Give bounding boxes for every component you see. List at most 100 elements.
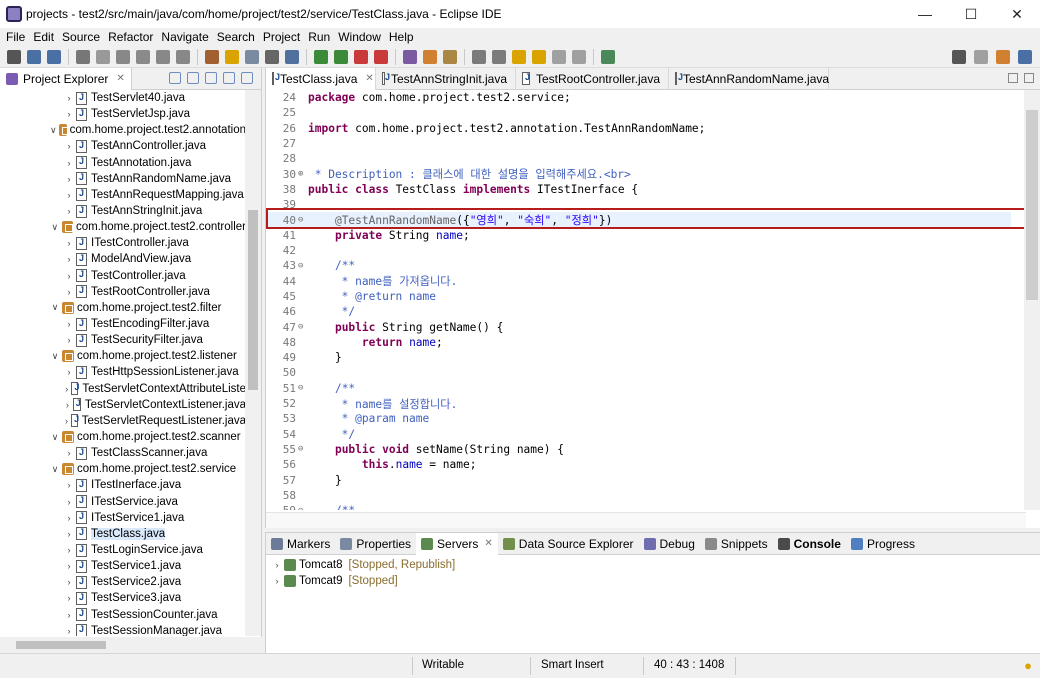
toolbar-button-icon[interactable] [552, 49, 566, 64]
expand-chevron-icon[interactable]: ∨ [50, 302, 60, 313]
code-line[interactable]: 30 ⊕ * Description : 클래스에 대한 설명을 입력해주세요.<… [266, 166, 1011, 182]
collapsed-chevron-icon[interactable]: › [64, 400, 71, 410]
code-line[interactable]: 54 */ [266, 427, 1011, 442]
tree-file[interactable]: › TestService2.java [0, 574, 246, 590]
tree-file[interactable]: › ITestController.java [0, 235, 246, 251]
minimize-view-icon[interactable] [223, 72, 235, 84]
close-icon[interactable]: ✕ [116, 73, 124, 84]
collapse-all-icon[interactable] [169, 72, 181, 84]
tree-file[interactable]: › TestSessionCounter.java [0, 607, 246, 623]
toolbar-button-icon[interactable] [354, 49, 368, 64]
code-line[interactable]: 44 * name를 가져옵니다. [266, 274, 1011, 289]
editor-tab[interactable]: TestAnnRandomName.java [669, 67, 829, 90]
server-item[interactable]: › Tomcat8 [Stopped, Republish] [266, 557, 1040, 573]
toolbar-button-icon[interactable] [572, 49, 586, 64]
expand-chevron-icon[interactable]: ∨ [50, 464, 60, 475]
toolbar-button-icon[interactable] [136, 49, 150, 64]
fold-toggle-icon[interactable]: ⊖ [298, 322, 306, 332]
tree-package[interactable]: ∨ com.home.project.test2.service [0, 461, 246, 477]
collapsed-chevron-icon[interactable]: › [64, 610, 74, 620]
code-line[interactable]: 41 private String name; [266, 228, 1011, 243]
collapsed-chevron-icon[interactable]: › [64, 271, 74, 281]
tree-package[interactable]: ∨ com.home.project.test2.filter [0, 300, 246, 316]
tree-file[interactable]: › TestServletJsp.java [0, 106, 246, 122]
tab-servers[interactable]: Servers ✕ [416, 532, 498, 555]
toolbar-button-icon[interactable] [601, 49, 615, 64]
tab-markers[interactable]: Markers [266, 533, 335, 555]
collapsed-chevron-icon[interactable]: › [64, 158, 74, 168]
tab-snippets[interactable]: Snippets [700, 533, 773, 555]
collapsed-chevron-icon[interactable]: › [64, 448, 74, 458]
toolbar-button-icon[interactable] [443, 49, 457, 64]
minimize-button[interactable]: — [902, 0, 948, 28]
code-line[interactable]: 28 [266, 151, 1011, 166]
expand-chevron-icon[interactable]: ∨ [50, 222, 60, 233]
code-line[interactable]: 47 ⊖ public String getName() { [266, 319, 1011, 334]
maximize-button[interactable]: ☐ [948, 0, 994, 28]
close-icon[interactable]: ✕ [484, 538, 492, 549]
toolbar-button-icon[interactable] [472, 49, 486, 64]
tab-properties[interactable]: Properties [335, 533, 416, 555]
code-line[interactable]: 53 * @param name [266, 411, 1011, 426]
toolbar-button-icon[interactable] [285, 49, 299, 64]
code-line[interactable]: 46 */ [266, 304, 1011, 319]
link-editor-icon[interactable] [187, 72, 199, 84]
tree-file[interactable]: › TestSessionManager.java [0, 623, 246, 636]
tree-file[interactable]: › TestEncodingFilter.java [0, 316, 246, 332]
collapsed-chevron-icon[interactable]: › [64, 416, 69, 426]
tree-file[interactable]: › TestClassScanner.java [0, 445, 246, 461]
toolbar-button-icon[interactable] [225, 49, 239, 64]
editor-vertical-scrollbar[interactable] [1024, 90, 1040, 510]
code-line[interactable]: 45 * @return name [266, 289, 1011, 304]
tree-file[interactable]: › ModelAndView.java [0, 251, 246, 267]
tree-package[interactable]: ∨ com.home.project.test2.listener [0, 348, 246, 364]
menu-run[interactable]: Run [304, 30, 334, 44]
expand-chevron-icon[interactable]: ∨ [50, 432, 60, 443]
collapsed-chevron-icon[interactable]: › [64, 545, 74, 555]
tree-package[interactable]: ∨ com.home.project.test2.scanner [0, 429, 246, 445]
collapsed-chevron-icon[interactable]: › [64, 626, 74, 636]
tree-file[interactable]: › TestSecurityFilter.java [0, 332, 246, 348]
toolbar-button-icon[interactable] [76, 49, 90, 64]
menu-help[interactable]: Help [385, 30, 418, 44]
fold-toggle-icon[interactable]: ⊕ [298, 169, 306, 179]
toolbar-button-icon[interactable] [116, 49, 130, 64]
code-line[interactable]: 26 import com.home.project.test2.annotati… [266, 121, 1011, 136]
collapsed-chevron-icon[interactable]: › [64, 109, 74, 119]
toolbar-button-icon[interactable] [314, 49, 328, 64]
tab-debug[interactable]: Debug [639, 533, 700, 555]
menu-project[interactable]: Project [259, 30, 304, 44]
code-line[interactable]: 51 ⊖ /** [266, 381, 1011, 396]
toolbar-button-icon[interactable] [423, 49, 437, 64]
toolbar-button-icon[interactable] [7, 49, 21, 64]
collapsed-chevron-icon[interactable]: › [64, 497, 74, 507]
collapsed-chevron-icon[interactable]: › [64, 577, 74, 587]
code-line[interactable]: 55 ⊖ public void setName(String name) { [266, 442, 1011, 457]
explorer-horizontal-scrollbar[interactable] [0, 637, 262, 653]
code-line[interactable]: 24 package com.home.project.test2.service… [266, 90, 1011, 105]
tree-file[interactable]: › TestService3.java [0, 590, 246, 606]
toolbar-button-icon[interactable] [334, 49, 348, 64]
toolbar-button-icon[interactable] [245, 49, 259, 64]
tree-file[interactable]: › TestAnnStringInit.java [0, 203, 246, 219]
toolbar-button-icon[interactable] [403, 49, 417, 64]
toolbar-button-icon[interactable] [156, 49, 170, 64]
menu-file[interactable]: File [2, 30, 29, 44]
collapsed-chevron-icon[interactable]: › [64, 287, 74, 297]
collapsed-chevron-icon[interactable]: › [64, 335, 74, 345]
tree-file[interactable]: › ITestService.java [0, 494, 246, 510]
collapsed-chevron-icon[interactable]: › [64, 141, 74, 151]
tree-file[interactable]: › TestAnnController.java [0, 138, 246, 154]
code-line[interactable]: 58 [266, 488, 1011, 503]
collapsed-chevron-icon[interactable]: › [64, 319, 74, 329]
collapsed-chevron-icon[interactable]: › [64, 93, 74, 103]
minimize-editor-icon[interactable] [1008, 73, 1018, 83]
code-line[interactable]: 56 this.name = name; [266, 457, 1011, 472]
menu-window[interactable]: Window [334, 30, 385, 44]
tab-console[interactable]: Console [773, 533, 846, 555]
open-perspective-icon[interactable] [974, 50, 988, 64]
code-line[interactable]: 43 ⊖ /** [266, 258, 1011, 273]
collapsed-chevron-icon[interactable]: › [64, 384, 69, 394]
toolbar-button-icon[interactable] [96, 49, 110, 64]
code-line[interactable]: 57 } [266, 472, 1011, 487]
